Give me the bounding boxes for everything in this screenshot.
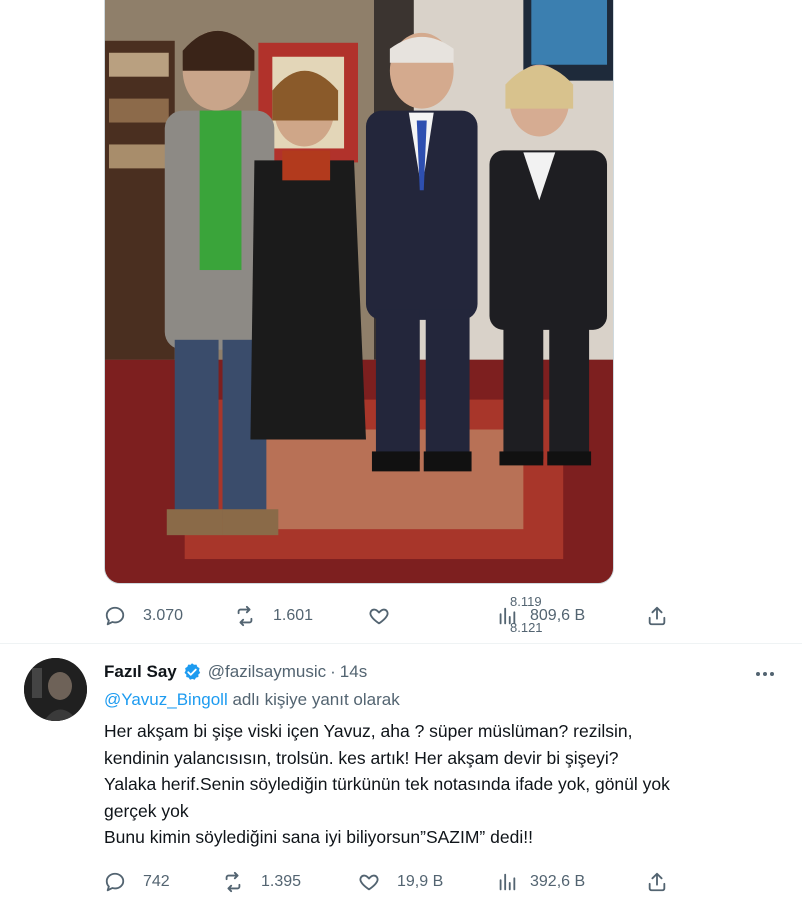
mention-link[interactable]: @Yavuz_Bingoll xyxy=(104,690,228,709)
views-icon xyxy=(499,873,516,891)
reply-count: 742 xyxy=(143,873,170,890)
like-count: 19,9 B xyxy=(397,873,444,890)
reply-icon xyxy=(105,872,125,892)
retweet-button[interactable]: 1.395 xyxy=(222,868,301,896)
tweet-actions: 3.070 1.601 8.119 8.121 809,6 B xyxy=(104,594,684,633)
reply-count: 3.070 xyxy=(143,607,184,624)
more-icon-dot xyxy=(763,672,767,676)
tweet-text-line: Her akşam bi şişe viski içen Yavuz, aha … xyxy=(104,721,633,741)
views-count: 809,6 B xyxy=(530,607,586,624)
replying-to-suffix: adlı kişiye yanıt olarak xyxy=(227,690,400,709)
header-separator: · xyxy=(330,662,336,681)
reply-button[interactable]: 742 xyxy=(104,868,170,896)
verified-badge-icon xyxy=(184,663,200,680)
more-icon xyxy=(756,672,760,676)
tweet-text-line: kendinin yalancısısın, trolsün. kes artı… xyxy=(104,747,619,768)
views-icon xyxy=(499,607,516,625)
tweet-text-line: Bunu kimin söylediğini sana iyi biliyors… xyxy=(104,827,533,847)
display-name[interactable]: Fazıl Say xyxy=(104,662,177,682)
user-handle[interactable]: @fazilsaymusic xyxy=(208,662,326,682)
like-button[interactable]: 19,9 B xyxy=(358,868,443,896)
views-button[interactable]: 392,6 B xyxy=(496,868,585,896)
like-icon xyxy=(369,608,389,625)
tweet-timestamp[interactable]: 14s xyxy=(340,662,367,682)
replying-to: @Yavuz_Bingoll adlı kişiye yanıt olarak xyxy=(104,690,400,710)
views-button[interactable]: 809,6 B xyxy=(496,602,585,630)
tweet-header: Fazıl Say @fazilsaymusic · 14s xyxy=(104,660,367,684)
retweet-button[interactable]: 1.601 xyxy=(234,602,313,630)
share-icon xyxy=(648,606,666,626)
reply-button[interactable]: 3.070 xyxy=(104,602,183,630)
like-icon xyxy=(359,874,379,891)
reply-icon xyxy=(105,606,125,626)
avatar-image xyxy=(24,658,87,721)
retweet-icon xyxy=(237,605,253,627)
retweet-icon xyxy=(225,871,241,893)
group-photo-image xyxy=(105,0,613,583)
reply-tweet-actions: 742 1.395 19,9 B 392,6 B xyxy=(104,868,684,896)
more-icon-dot xyxy=(770,672,774,676)
tweet-divider xyxy=(0,643,802,644)
tweet-photo[interactable] xyxy=(104,0,614,584)
retweet-count: 1.395 xyxy=(261,873,302,890)
tweet-text-line: Yalaka herif.Senin söylediğin türkünün t… xyxy=(104,774,670,794)
avatar[interactable] xyxy=(24,658,87,721)
views-count: 392,6 B xyxy=(530,873,586,890)
tweet-text: Her akşam bi şişe viski içen Yavuz, aha … xyxy=(104,718,784,851)
like-button[interactable] xyxy=(368,602,390,630)
share-icon xyxy=(648,872,666,892)
more-options-button[interactable] xyxy=(752,664,778,684)
share-button[interactable] xyxy=(646,602,668,630)
tweet-text-line: gerçek yok xyxy=(104,800,189,821)
share-button[interactable] xyxy=(646,868,668,896)
retweet-count: 1.601 xyxy=(273,607,314,624)
